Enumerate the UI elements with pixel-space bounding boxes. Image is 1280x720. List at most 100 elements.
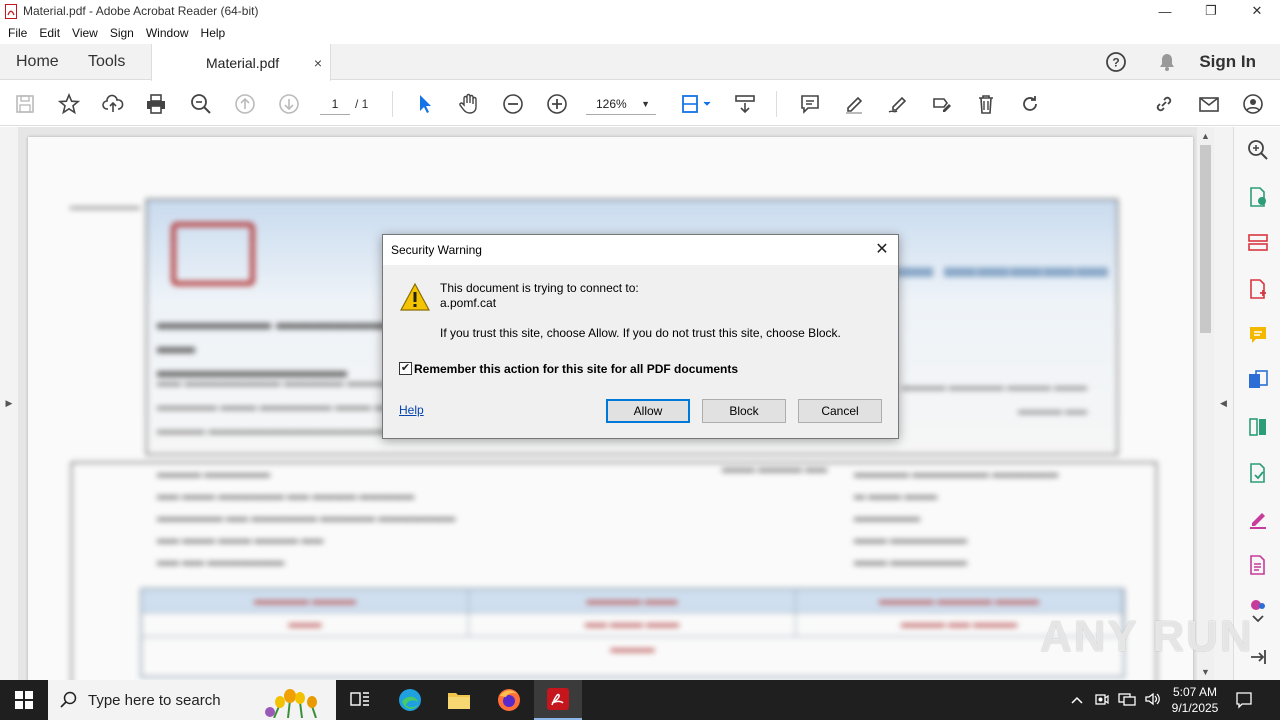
- comment-icon[interactable]: [798, 92, 822, 116]
- comment-tool-icon[interactable]: [1246, 323, 1270, 347]
- remember-checkbox[interactable]: ✔: [399, 362, 412, 375]
- print-icon[interactable]: [144, 92, 168, 116]
- tab-home[interactable]: Home: [16, 44, 59, 80]
- toolbar-divider: [392, 91, 393, 117]
- help-icon[interactable]: ?: [1105, 51, 1127, 73]
- dialog-title: Security Warning: [391, 243, 482, 257]
- menu-help[interactable]: Help: [195, 26, 232, 40]
- page-fit-icon[interactable]: [678, 92, 714, 116]
- menu-view[interactable]: View: [66, 26, 104, 40]
- notification-center-icon[interactable]: [1232, 688, 1256, 712]
- page-total: / 1: [355, 97, 369, 111]
- bookmark-star-icon[interactable]: [57, 92, 81, 116]
- create-pdf-icon[interactable]: [1246, 277, 1270, 301]
- menu-sign[interactable]: Sign: [104, 26, 140, 40]
- notifications-bell-icon[interactable]: [1157, 52, 1177, 72]
- taskbar-search-box[interactable]: Type here to search: [48, 680, 336, 720]
- acrobat-reader-taskbar-icon[interactable]: [534, 680, 582, 720]
- right-pane-toggle[interactable]: ◀: [1214, 127, 1233, 680]
- address-section: ▬▬▬▬ ▬▬▬▬▬▬ ▬▬ ▬▬▬ ▬▬▬▬▬▬ ▬▬ ▬▬▬▬ ▬▬▬▬▬ ▬▬…: [71, 462, 1157, 697]
- firefox-browser-icon[interactable]: [485, 680, 533, 720]
- allow-button[interactable]: Allow: [606, 399, 690, 423]
- hand-tool-icon[interactable]: [457, 92, 481, 116]
- vendor-address-block: ▬▬▬▬ ▬▬▬▬▬▬ ▬▬ ▬▬▬ ▬▬▬▬▬▬ ▬▬ ▬▬▬▬ ▬▬▬▬▬ ▬▬…: [157, 468, 456, 568]
- warning-icon: [399, 282, 431, 312]
- acrobat-app-icon: [4, 3, 18, 19]
- edit-pdf-icon[interactable]: [1246, 553, 1270, 577]
- task-view-icon[interactable]: [336, 680, 384, 720]
- main-toolbar: 1 / 1 126% ▼: [0, 81, 1280, 126]
- menu-window[interactable]: Window: [140, 26, 195, 40]
- dialog-close-icon[interactable]: ✕: [872, 239, 892, 259]
- scroll-mode-icon[interactable]: [733, 92, 757, 116]
- security-warning-dialog: Security Warning ✕ This document is tryi…: [382, 234, 899, 439]
- volume-icon[interactable]: [1144, 691, 1162, 710]
- sign-in-button[interactable]: Sign In: [1199, 52, 1256, 72]
- vertical-scrollbar[interactable]: ▲ ▼: [1197, 127, 1214, 680]
- system-clock[interactable]: 5:07 AM 9/1/2025: [1168, 684, 1222, 716]
- zoom-in-icon[interactable]: [545, 92, 569, 116]
- tab-row: Home Tools Material.pdf × ? Sign In: [0, 44, 1280, 81]
- tab-document[interactable]: Material.pdf ×: [151, 44, 331, 81]
- left-pane-toggle[interactable]: ▶: [0, 127, 18, 680]
- toolbar-divider: [776, 91, 777, 117]
- scrollbar-thumb[interactable]: [1200, 145, 1211, 333]
- document-tab-label: Material.pdf: [206, 54, 280, 71]
- fill-sign-icon[interactable]: [930, 92, 954, 116]
- remember-checkbox-label[interactable]: Remember this action for this site for a…: [414, 362, 738, 376]
- block-button[interactable]: Block: [702, 399, 786, 423]
- shipping-table: ▬▬▬▬▬ ▬▬▬▬ ▬▬▬▬▬ ▬▬▬ ▬▬▬▬▬ ▬▬▬▬▬ ▬▬▬▬ ▬▬▬ ▬…: [140, 588, 1125, 678]
- clock-date: 9/1/2025: [1171, 701, 1219, 715]
- delete-trash-icon[interactable]: [974, 92, 998, 116]
- close-tab-icon[interactable]: ×: [314, 55, 322, 71]
- network-icon[interactable]: [1118, 691, 1136, 710]
- help-link[interactable]: Help: [399, 403, 424, 417]
- restore-button[interactable]: ❐: [1188, 0, 1234, 22]
- chevron-up-icon[interactable]: [1070, 693, 1084, 708]
- file-explorer-icon[interactable]: [435, 680, 483, 720]
- next-page-icon[interactable]: [277, 92, 301, 116]
- add-user-icon[interactable]: [1241, 92, 1265, 116]
- meet-now-icon[interactable]: [1094, 691, 1110, 710]
- export-pdf-icon[interactable]: [1246, 185, 1270, 209]
- tab-tools[interactable]: Tools: [88, 44, 125, 80]
- order-reference-block: ▬▬▬▬ ▬▬▬▬▬ ▬▬▬▬ ▬▬▬ ▬▬▬▬ ▬▬: [901, 381, 1087, 417]
- menu-edit[interactable]: Edit: [33, 26, 66, 40]
- previous-page-icon[interactable]: [233, 92, 257, 116]
- title-bar: Material.pdf - Adobe Acrobat Reader (64-…: [0, 0, 1280, 22]
- search-zoom-icon[interactable]: [1246, 138, 1270, 162]
- dialog-message: This document is trying to connect to:: [440, 281, 639, 295]
- scroll-up-icon[interactable]: ▲: [1197, 127, 1214, 144]
- share-link-icon[interactable]: [1152, 92, 1176, 116]
- scan-ocr-icon[interactable]: [1246, 461, 1270, 485]
- fill-sign-tool-icon[interactable]: [1246, 507, 1270, 531]
- dialog-title-bar: Security Warning ✕: [383, 235, 898, 265]
- highlight-pen-icon[interactable]: [842, 92, 866, 116]
- select-cursor-icon[interactable]: [413, 92, 437, 116]
- menu-bar: File Edit View Sign Window Help: [0, 22, 1280, 44]
- minimize-button[interactable]: —: [1142, 0, 1188, 22]
- rotate-icon[interactable]: [1018, 92, 1042, 116]
- close-window-button[interactable]: ✕: [1234, 0, 1280, 22]
- zoom-level-select[interactable]: 126% ▼: [586, 93, 656, 115]
- edge-browser-icon[interactable]: [386, 680, 434, 720]
- upload-cloud-icon[interactable]: [101, 92, 125, 116]
- draw-freehand-icon[interactable]: [886, 92, 910, 116]
- menu-file[interactable]: File: [2, 26, 33, 40]
- chevron-right-icon: ▶: [5, 398, 13, 408]
- compare-files-icon[interactable]: [1246, 415, 1270, 439]
- scroll-down-icon[interactable]: ▼: [1197, 663, 1214, 680]
- save-icon[interactable]: [13, 92, 37, 116]
- chevron-left-icon: ◀: [1220, 398, 1227, 408]
- page-number-input[interactable]: 1: [320, 93, 350, 115]
- zoom-out-icon[interactable]: [501, 92, 525, 116]
- cancel-button[interactable]: Cancel: [798, 399, 882, 423]
- svg-text:?: ?: [1113, 56, 1120, 70]
- chevron-down-icon: ▼: [641, 99, 650, 109]
- email-icon[interactable]: [1197, 92, 1221, 116]
- combine-files-icon[interactable]: [1246, 368, 1270, 392]
- windows-start-icon[interactable]: [0, 680, 48, 720]
- organize-pages-icon[interactable]: [1246, 231, 1270, 255]
- zoom-search-icon[interactable]: [189, 92, 213, 116]
- search-placeholder: Type here to search: [88, 691, 221, 709]
